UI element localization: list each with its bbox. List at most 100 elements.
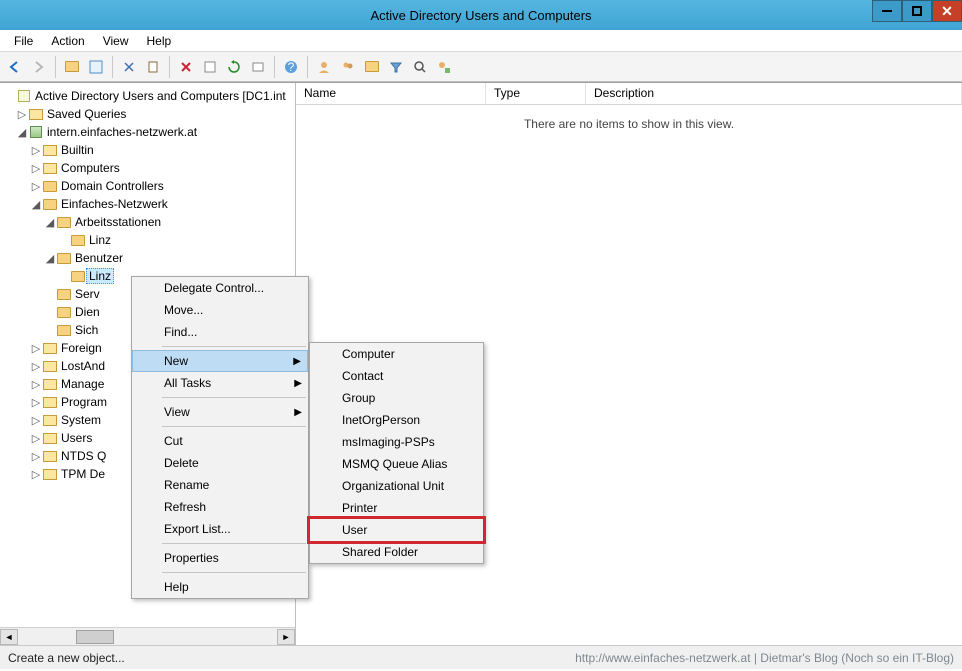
- export-button[interactable]: [247, 56, 269, 78]
- folder-icon: [43, 379, 57, 390]
- submenu-arrow-icon: ▶: [293, 356, 301, 367]
- back-button[interactable]: [4, 56, 26, 78]
- new-group[interactable]: Group: [310, 387, 483, 409]
- ctx-properties[interactable]: Properties: [132, 547, 308, 569]
- ctx-export[interactable]: Export List...: [132, 518, 308, 540]
- ou-icon: [57, 217, 71, 228]
- scroll-track[interactable]: [18, 629, 277, 645]
- ctx-help[interactable]: Help: [132, 576, 308, 598]
- new-printer[interactable]: Printer: [310, 497, 483, 519]
- ctx-delete[interactable]: Delete: [132, 452, 308, 474]
- tree-hscroll[interactable]: ◄ ►: [0, 627, 295, 645]
- folder-icon: [29, 109, 43, 120]
- new-msmq[interactable]: MSMQ Queue Alias: [310, 453, 483, 475]
- tree-computers[interactable]: ▷Computers: [4, 159, 295, 177]
- scroll-thumb[interactable]: [76, 630, 114, 644]
- ou-icon: [57, 307, 71, 318]
- titlebar: Active Directory Users and Computers ✕: [0, 0, 962, 30]
- new-ou[interactable]: Organizational Unit: [310, 475, 483, 497]
- tree-arbeitsstationen[interactable]: ◢Arbeitsstationen: [4, 213, 295, 231]
- folder-icon: [43, 415, 57, 426]
- new-inetorgperson[interactable]: InetOrgPerson: [310, 409, 483, 431]
- cut-button[interactable]: [118, 56, 140, 78]
- statusbar: Create a new object... http://www.einfac…: [0, 645, 962, 669]
- ctx-move[interactable]: Move...: [132, 299, 308, 321]
- svg-text:?: ?: [288, 60, 295, 74]
- new-msimaging[interactable]: msImaging-PSPs: [310, 431, 483, 453]
- col-description[interactable]: Description: [586, 83, 962, 104]
- ctx-find[interactable]: Find...: [132, 321, 308, 343]
- maximize-button[interactable]: [902, 0, 932, 22]
- tree-einfaches-netzwerk[interactable]: ◢Einfaches-Netzwerk: [4, 195, 295, 213]
- help-button[interactable]: ?: [280, 56, 302, 78]
- new-user[interactable]: User: [310, 519, 483, 541]
- folder-icon: [43, 361, 57, 372]
- find-button[interactable]: [409, 56, 431, 78]
- show-hide-tree-button[interactable]: [85, 56, 107, 78]
- delete-button[interactable]: [175, 56, 197, 78]
- scroll-right-button[interactable]: ►: [277, 629, 295, 645]
- folder-icon: [43, 343, 57, 354]
- tree-root[interactable]: Active Directory Users and Computers [DC…: [4, 87, 295, 105]
- ctx-rename[interactable]: Rename: [132, 474, 308, 496]
- new-user-button[interactable]: [313, 56, 335, 78]
- list-header: Name Type Description: [296, 83, 962, 105]
- tree-linz-ws[interactable]: Linz: [4, 231, 295, 249]
- folder-icon: [65, 61, 79, 72]
- ctx-all-tasks[interactable]: All Tasks▶: [132, 372, 308, 394]
- scroll-left-button[interactable]: ◄: [0, 629, 18, 645]
- submenu-arrow-icon: ▶: [294, 407, 302, 418]
- submenu-arrow-icon: ▶: [294, 378, 302, 389]
- new-contact[interactable]: Contact: [310, 365, 483, 387]
- new-group-button[interactable]: [337, 56, 359, 78]
- add-criteria-button[interactable]: [433, 56, 455, 78]
- minimize-button[interactable]: [872, 0, 902, 22]
- ou-icon: [57, 325, 71, 336]
- folder-icon: [43, 451, 57, 462]
- ou-icon: [57, 289, 71, 300]
- status-text: Create a new object...: [8, 651, 125, 665]
- col-type[interactable]: Type: [486, 83, 586, 104]
- forward-button[interactable]: [28, 56, 50, 78]
- close-button[interactable]: ✕: [932, 0, 962, 22]
- tree-builtin[interactable]: ▷Builtin: [4, 141, 295, 159]
- filter-button[interactable]: [385, 56, 407, 78]
- menu-help[interactable]: Help: [139, 32, 180, 50]
- up-button[interactable]: [61, 56, 83, 78]
- ou-icon: [57, 253, 71, 264]
- mmc-icon: [18, 90, 30, 102]
- new-ou-button[interactable]: [361, 56, 383, 78]
- menu-view[interactable]: View: [95, 32, 137, 50]
- new-submenu: Computer Contact Group InetOrgPerson msI…: [309, 342, 484, 564]
- ctx-delegate[interactable]: Delegate Control...: [132, 277, 308, 299]
- new-computer[interactable]: Computer: [310, 343, 483, 365]
- folder-icon: [365, 61, 379, 72]
- folder-icon: [43, 469, 57, 480]
- new-shared-folder[interactable]: Shared Folder: [310, 541, 483, 563]
- folder-icon: [43, 145, 57, 156]
- tree-domain-controllers[interactable]: ▷Domain Controllers: [4, 177, 295, 195]
- ctx-view[interactable]: View▶: [132, 401, 308, 423]
- properties-button[interactable]: [199, 56, 221, 78]
- menu-file[interactable]: File: [6, 32, 41, 50]
- tree-saved-queries[interactable]: ▷Saved Queries: [4, 105, 295, 123]
- folder-icon: [43, 163, 57, 174]
- folder-icon: [43, 397, 57, 408]
- ctx-new[interactable]: New▶: [132, 350, 308, 372]
- refresh-button[interactable]: [223, 56, 245, 78]
- copy-button[interactable]: [142, 56, 164, 78]
- tree-domain[interactable]: ◢intern.einfaches-netzwerk.at: [4, 123, 295, 141]
- toolbar: ?: [0, 52, 962, 82]
- col-name[interactable]: Name: [296, 83, 486, 104]
- ou-icon: [71, 235, 85, 246]
- window-title: Active Directory Users and Computers: [370, 8, 591, 23]
- empty-message: There are no items to show in this view.: [296, 105, 962, 143]
- ou-icon: [71, 271, 85, 282]
- ctx-refresh[interactable]: Refresh: [132, 496, 308, 518]
- ou-icon: [43, 181, 57, 192]
- tree-benutzer[interactable]: ◢Benutzer: [4, 249, 295, 267]
- menu-action[interactable]: Action: [43, 32, 92, 50]
- menubar: File Action View Help: [0, 30, 962, 52]
- ctx-cut[interactable]: Cut: [132, 430, 308, 452]
- folder-icon: [43, 433, 57, 444]
